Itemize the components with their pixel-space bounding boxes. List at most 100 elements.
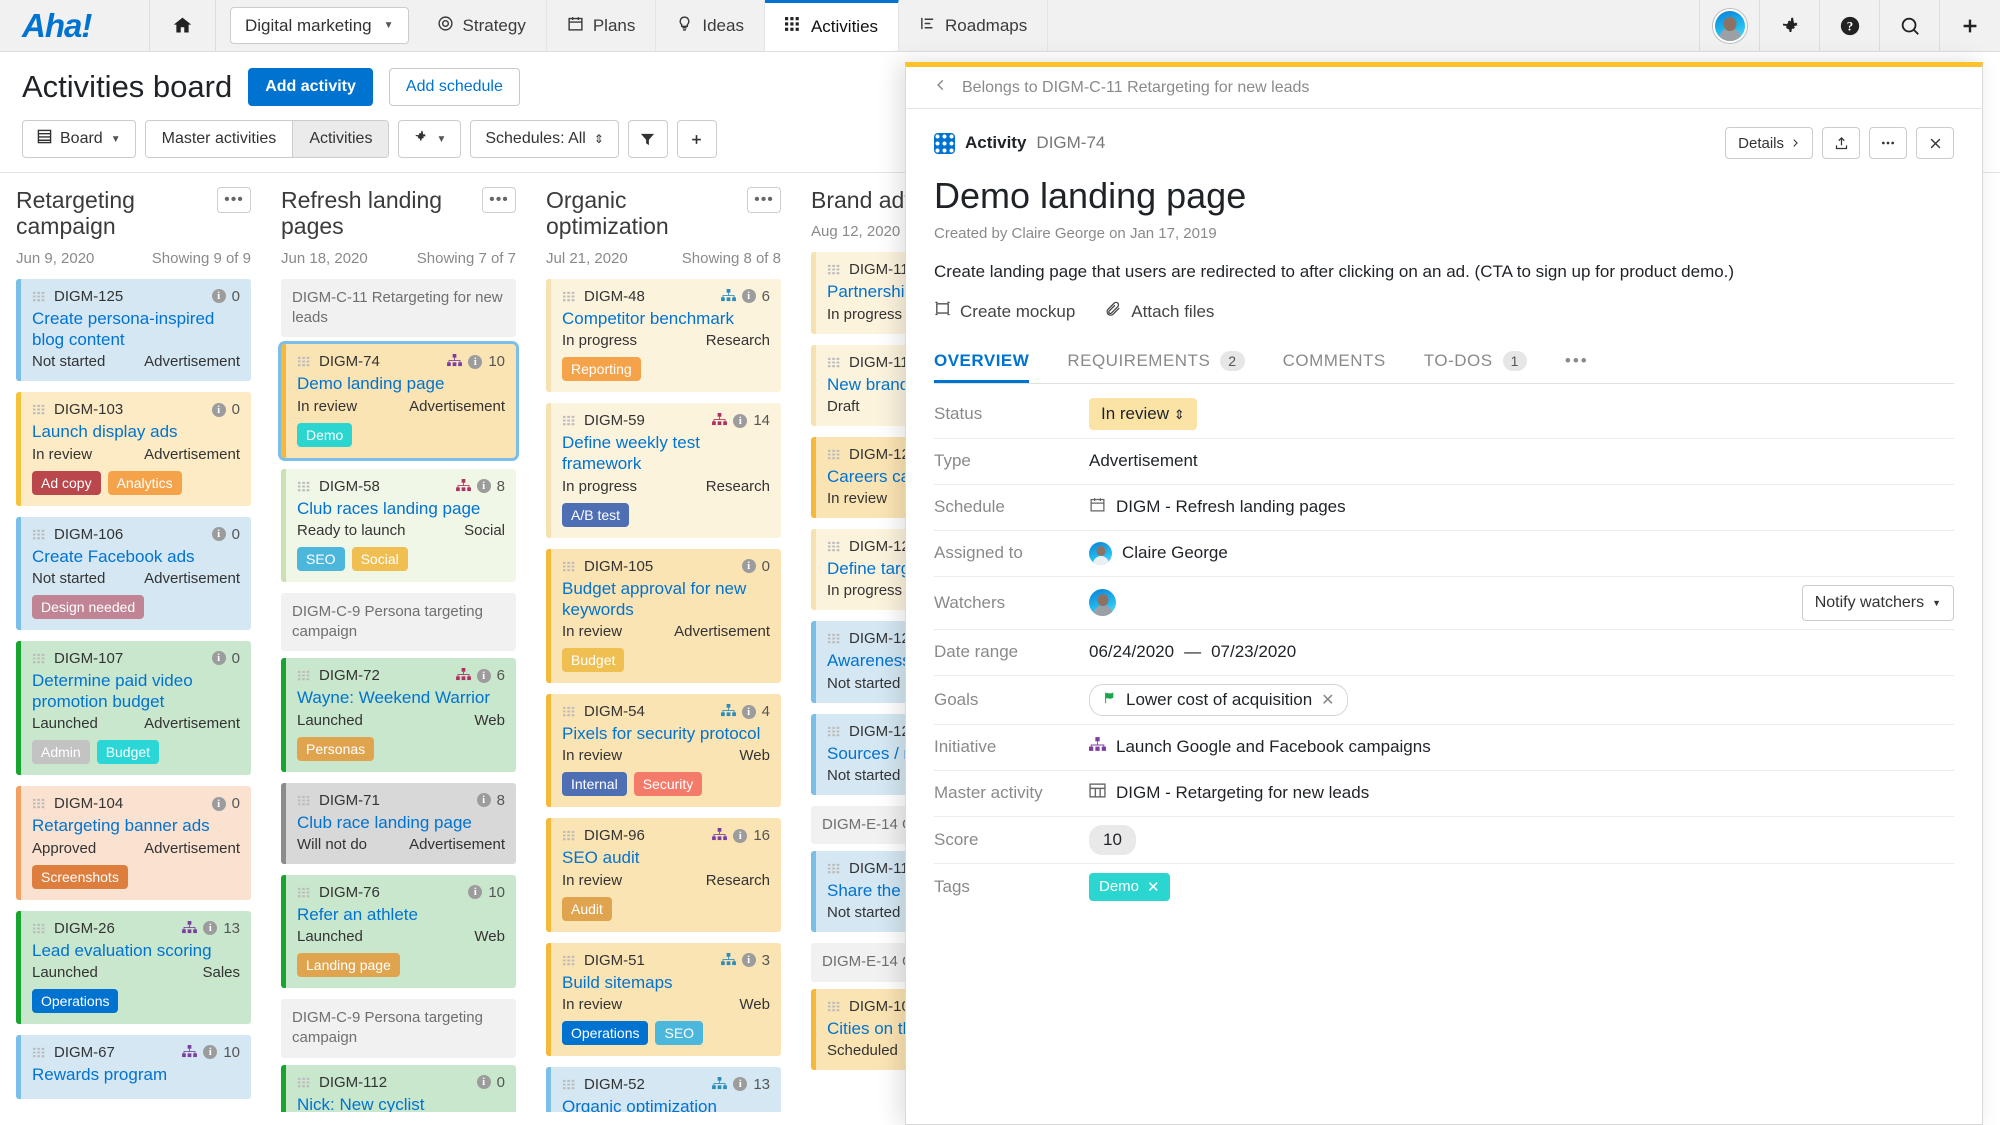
ellipsis-icon[interactable] <box>1869 127 1907 159</box>
card-title[interactable]: Rewards program <box>32 1064 240 1085</box>
remove-goal-icon[interactable]: ✕ <box>1321 690 1334 710</box>
activity-card[interactable]: DIGM-105 i0 Budget approval for new keyw… <box>546 548 781 684</box>
gear-icon[interactable] <box>1760 0 1820 51</box>
segment-activities[interactable]: Activities <box>292 121 389 157</box>
drag-handle-icon[interactable] <box>827 725 840 737</box>
activity-card[interactable]: DIGM-52 i13 Organic optimization Not sta… <box>546 1066 781 1112</box>
card-title[interactable]: Refer an athlete <box>297 904 505 925</box>
home-icon[interactable] <box>150 0 216 51</box>
details-button[interactable]: Details <box>1725 127 1813 159</box>
activity-card[interactable]: DIGM-106 i0 Create Facebook ads Not star… <box>16 516 251 630</box>
search-icon[interactable] <box>1880 0 1940 51</box>
activity-card[interactable]: DIGM-107 i0 Determine paid video promoti… <box>16 640 251 776</box>
segment-master-activities[interactable]: Master activities <box>145 121 293 157</box>
drag-handle-icon[interactable] <box>562 290 575 302</box>
drag-handle-icon[interactable] <box>827 633 840 645</box>
drag-handle-icon[interactable] <box>297 356 310 368</box>
drag-handle-icon[interactable] <box>562 706 575 718</box>
field-value[interactable]: Advertisement <box>1089 451 1954 471</box>
card-title[interactable]: Launch display ads <box>32 421 240 442</box>
help-icon[interactable]: ? <box>1820 0 1880 51</box>
drag-handle-icon[interactable] <box>562 560 575 572</box>
status-badge[interactable]: In review ⇕ <box>1089 397 1197 430</box>
card-title[interactable]: Club races landing page <box>297 498 505 519</box>
drag-handle-icon[interactable] <box>32 798 45 810</box>
chevron-left-icon[interactable] <box>934 78 948 97</box>
tabs-overflow-icon[interactable]: ••• <box>1565 351 1589 383</box>
tab-overview[interactable]: OVERVIEW <box>934 351 1029 383</box>
activity-card[interactable]: DIGM-76 i 10 Refer an athlete Launched We… <box>281 874 516 989</box>
activity-card[interactable]: DIGM-48 i6 Competitor benchmark In progr… <box>546 278 781 393</box>
activity-card[interactable]: DIGM-67 i 10 Rewards program <box>16 1034 251 1100</box>
card-title[interactable]: Create Facebook ads <box>32 546 240 567</box>
column-menu-icon[interactable]: ••• <box>747 187 781 213</box>
drag-handle-icon[interactable] <box>562 954 575 966</box>
card-tag[interactable]: Budget <box>562 648 625 673</box>
drag-handle-icon[interactable] <box>297 480 310 492</box>
drag-handle-icon[interactable] <box>827 264 840 276</box>
plus-icon[interactable] <box>1940 0 2000 51</box>
card-tag[interactable]: Ad copy <box>32 470 101 495</box>
activity-card[interactable]: DIGM-103 i0 Launch display ads In review… <box>16 392 251 506</box>
activity-card[interactable]: DIGM-26 i 13 Lead evaluation scoring Laun… <box>16 910 251 1024</box>
close-icon[interactable] <box>1916 127 1954 159</box>
card-tag[interactable]: Reporting <box>562 357 641 382</box>
field-value[interactable]: 06/24/2020 — 07/23/2020 <box>1089 642 1954 662</box>
card-title[interactable]: Budget approval for new keywords <box>562 578 770 621</box>
filter-icon[interactable] <box>627 120 668 158</box>
card-tag[interactable]: Analytics <box>107 470 182 495</box>
nav-tab-strategy[interactable]: Strategy <box>417 0 547 51</box>
avatar[interactable] <box>1089 589 1116 617</box>
drag-handle-icon[interactable] <box>297 1076 310 1088</box>
tab-todos[interactable]: TO-DOS 1 <box>1424 350 1527 383</box>
activity-card[interactable]: DIGM-71 i8 Club race landing page Will n… <box>281 782 516 864</box>
create-mockup-button[interactable]: Create mockup <box>934 301 1075 323</box>
drag-handle-icon[interactable] <box>827 863 840 875</box>
card-title[interactable]: Nick: New cyclist <box>297 1094 505 1112</box>
nav-tab-plans[interactable]: Plans <box>547 0 657 51</box>
attach-files-button[interactable]: Attach files <box>1105 301 1214 323</box>
drag-handle-icon[interactable] <box>827 448 840 460</box>
card-tag[interactable]: Personas <box>297 736 375 761</box>
card-tag[interactable]: A/B test <box>562 502 630 527</box>
card-title[interactable]: Wayne: Weekend Warrior <box>297 687 505 708</box>
nav-tab-roadmaps[interactable]: Roadmaps <box>899 0 1049 51</box>
tag-chip[interactable]: Demo ✕ <box>1089 872 1170 901</box>
user-avatar-button[interactable] <box>1700 0 1760 51</box>
card-tag[interactable]: Internal <box>562 772 627 797</box>
card-tag[interactable]: SEO <box>655 1020 704 1045</box>
card-title[interactable]: Club race landing page <box>297 812 505 833</box>
activity-card[interactable]: DIGM-125 i0 Create persona-inspired blog… <box>16 278 251 382</box>
card-title[interactable]: Pixels for security protocol <box>562 723 770 744</box>
field-value[interactable]: DIGM - Retargeting for new leads <box>1089 782 1954 804</box>
card-tag[interactable]: Social <box>351 546 408 571</box>
score-badge[interactable]: 10 <box>1089 824 1136 855</box>
goal-chip[interactable]: Lower cost of acquisition ✕ <box>1089 683 1348 716</box>
settings-dropdown-button[interactable]: ▼ <box>398 120 462 158</box>
card-tag[interactable]: Admin <box>32 740 90 765</box>
card-title[interactable]: Build sitemaps <box>562 972 770 993</box>
nav-tab-ideas[interactable]: Ideas <box>656 0 765 51</box>
drag-handle-icon[interactable] <box>32 404 45 416</box>
drag-handle-icon[interactable] <box>562 830 575 842</box>
card-title[interactable]: SEO audit <box>562 847 770 868</box>
card-tag[interactable]: Screenshots <box>32 864 128 889</box>
activity-card[interactable]: DIGM-96 i 16 SEO audit In review Research… <box>546 818 781 932</box>
field-value[interactable]: Launch Google and Facebook campaigns <box>1089 737 1954 757</box>
nav-tab-activities[interactable]: Activities <box>764 0 900 51</box>
card-tag[interactable]: Audit <box>562 896 612 921</box>
remove-tag-icon[interactable]: ✕ <box>1147 878 1160 896</box>
card-title[interactable]: Determine paid video promotion budget <box>32 670 240 713</box>
activity-card[interactable]: DIGM-51 i3 Build sitemaps In review Web … <box>546 942 781 1056</box>
column-menu-icon[interactable]: ••• <box>482 187 516 213</box>
activity-card[interactable]: DIGM-112 i0 Nick: New cyclist Launched A… <box>281 1064 516 1112</box>
drag-handle-icon[interactable] <box>562 1078 575 1090</box>
tab-comments[interactable]: COMMENTS <box>1283 351 1386 383</box>
activity-card[interactable]: DIGM-58 i8 Club races landing page Ready… <box>281 468 516 582</box>
drag-handle-icon[interactable] <box>32 290 45 302</box>
view-mode-button[interactable]: Board ▼ <box>22 120 136 158</box>
activity-card[interactable]: DIGM-54 i4 Pixels for security protocol … <box>546 694 781 808</box>
project-selector[interactable]: Digital marketing ▼ <box>230 7 409 44</box>
drag-handle-icon[interactable] <box>32 1046 45 1058</box>
card-tag[interactable]: Demo <box>297 422 353 447</box>
